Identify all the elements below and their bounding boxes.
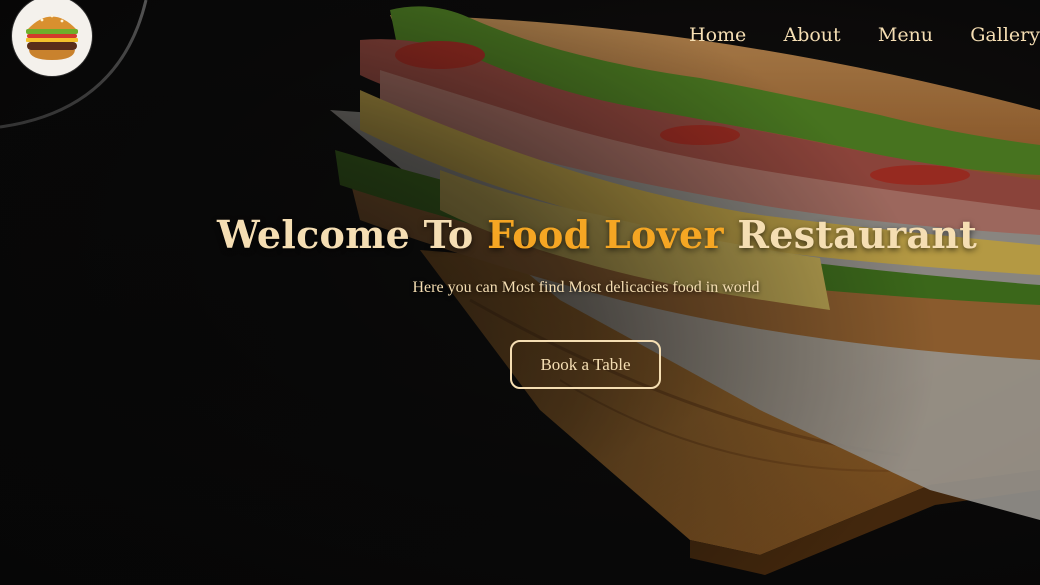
- book-table-button[interactable]: Book a Table: [510, 340, 661, 389]
- hero-title-suffix: Restaurant: [723, 212, 978, 257]
- hero-title-accent: Food Lover: [487, 212, 724, 257]
- nav-item-menu[interactable]: Menu: [878, 22, 933, 48]
- landing-page: Home About Menu Gallery Welcome To Food …: [0, 0, 1040, 585]
- hero-title-prefix: Welcome To: [217, 212, 488, 257]
- nav-item-about[interactable]: About: [783, 22, 840, 48]
- nav-item-gallery[interactable]: Gallery: [970, 22, 1040, 48]
- nav-item-home[interactable]: Home: [689, 22, 746, 48]
- hero-title: Welcome To Food Lover Restaurant: [217, 212, 977, 257]
- hero-subtitle: Here you can Most find Most delicacies f…: [412, 279, 760, 296]
- main-nav: Home About Menu Gallery: [670, 22, 1040, 48]
